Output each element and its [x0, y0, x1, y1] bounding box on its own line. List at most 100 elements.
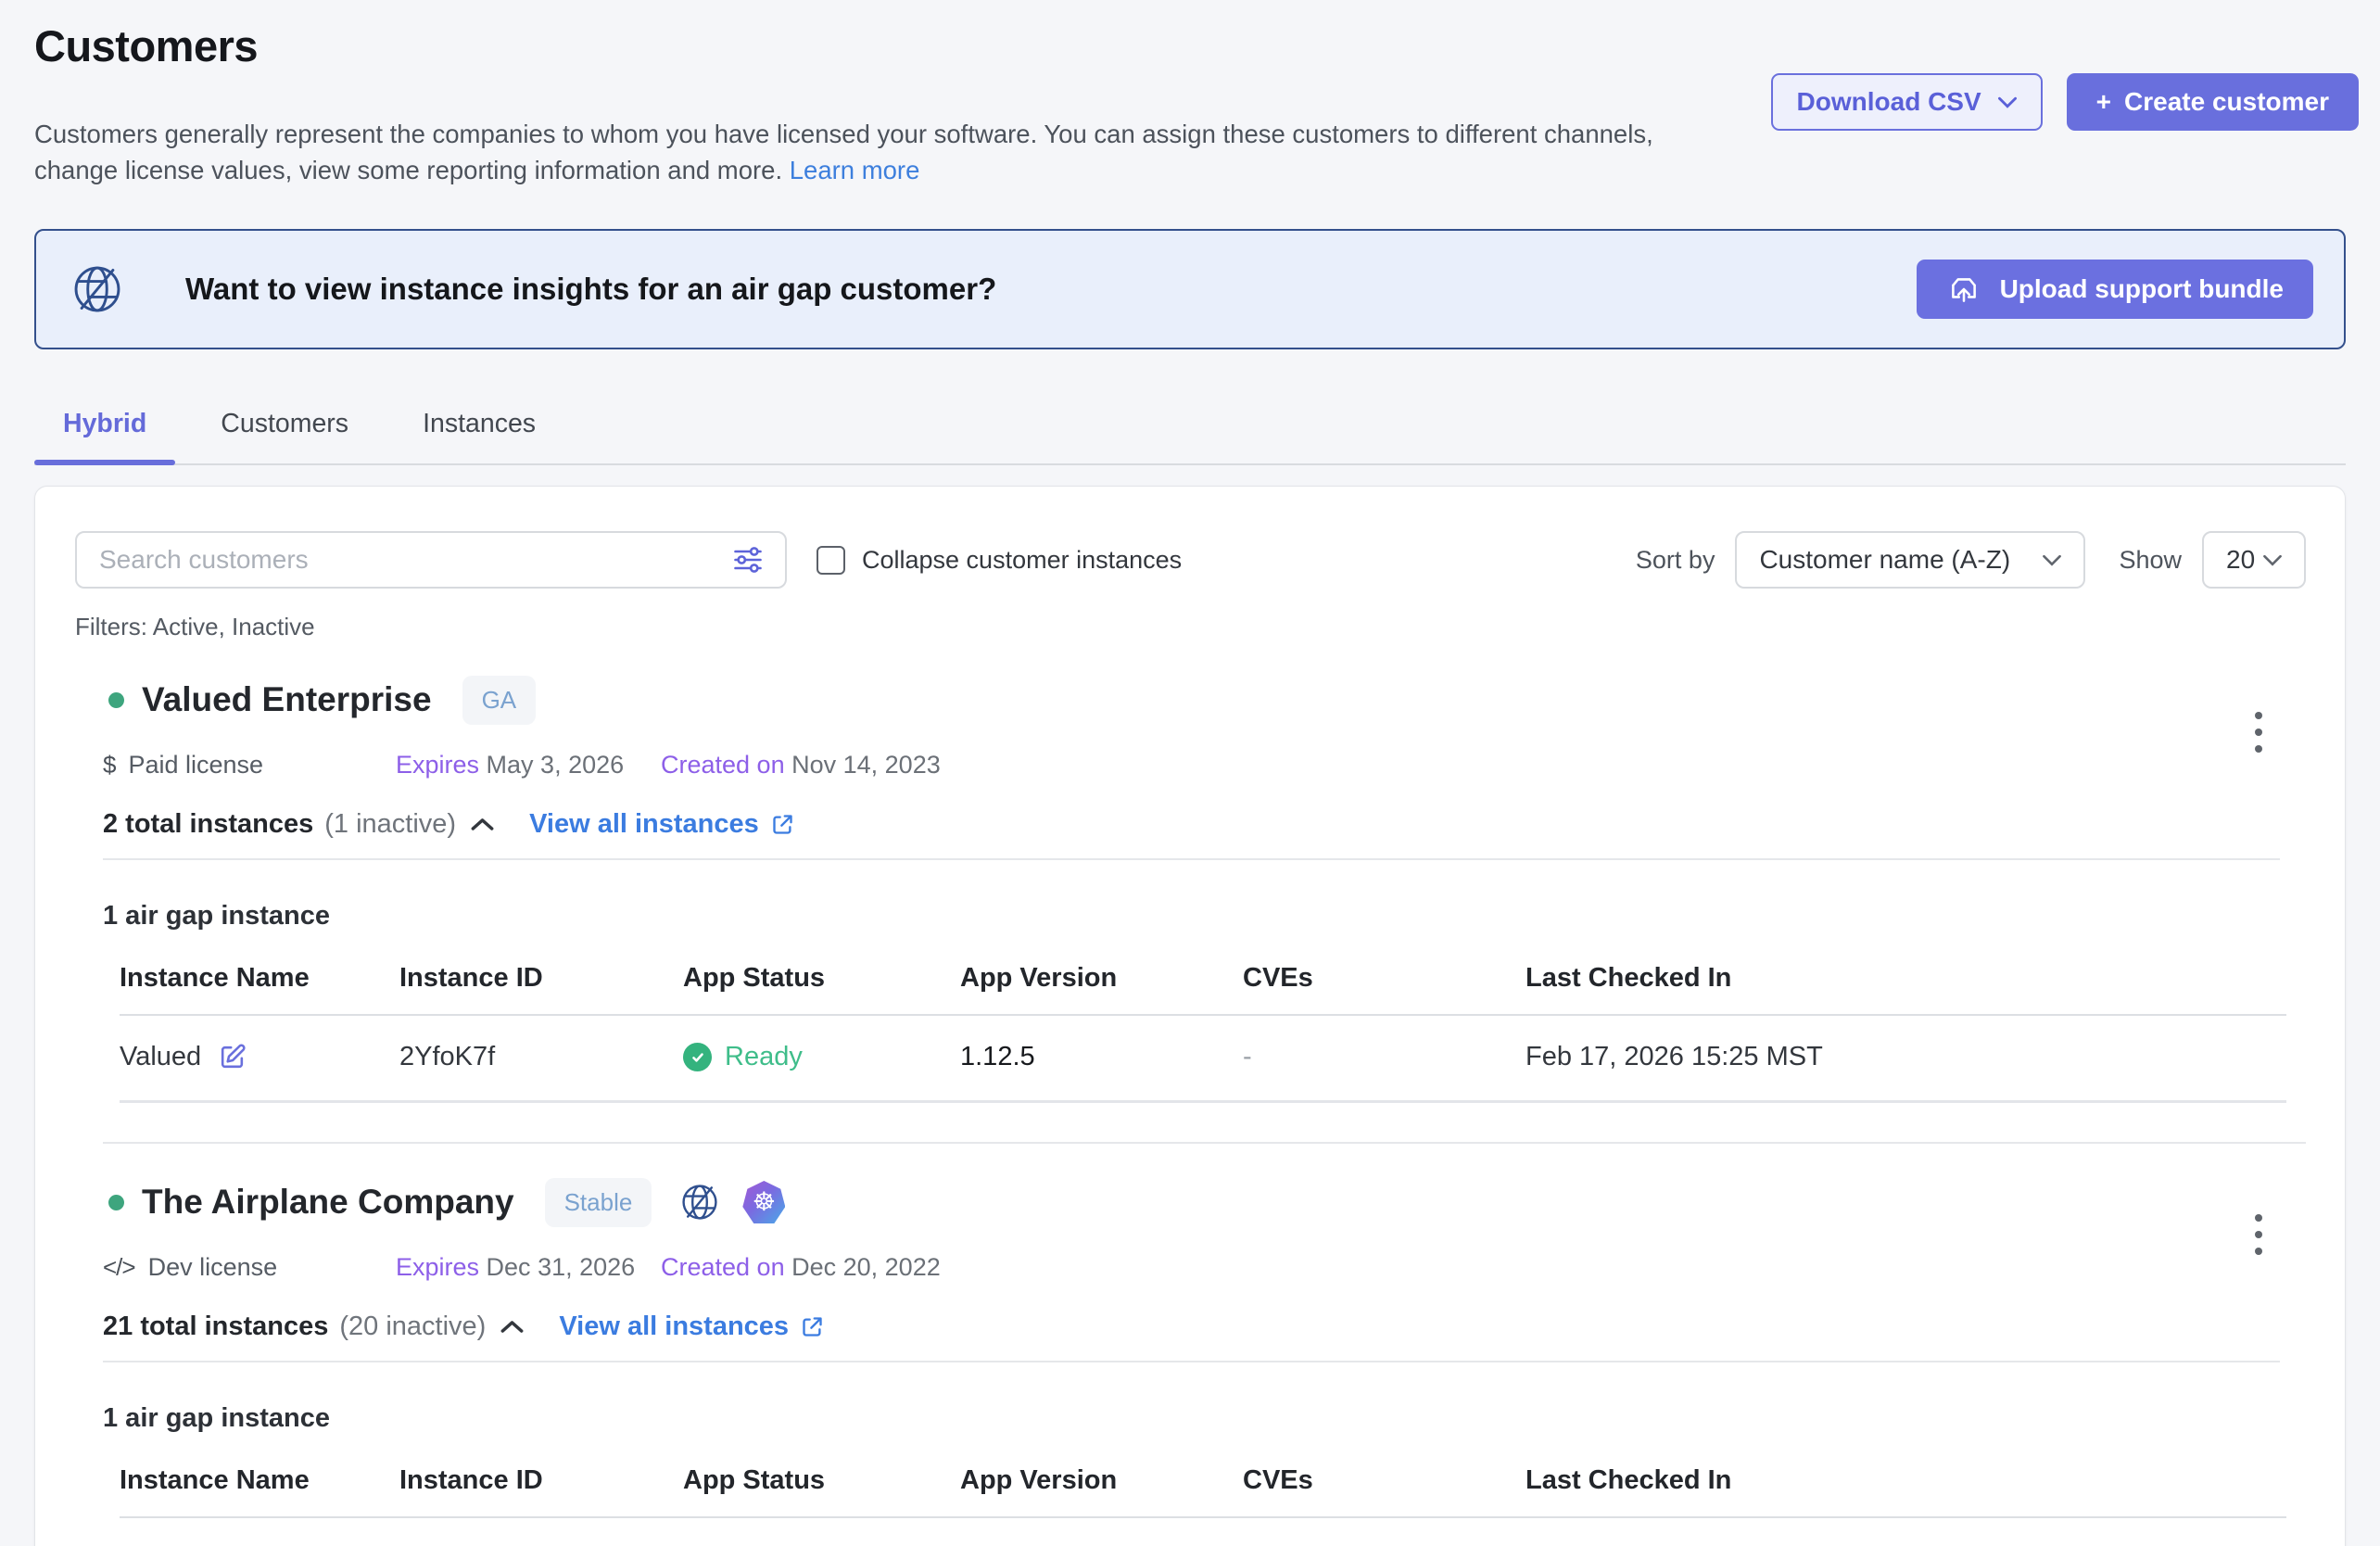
license-type: $ Paid license: [103, 751, 396, 779]
cves-cell: -: [1243, 1016, 1525, 1103]
tab-customers[interactable]: Customers: [192, 409, 377, 463]
plus-icon: +: [2096, 87, 2111, 117]
col-header-app-version: App Version: [960, 1465, 1243, 1518]
customer-kebab-menu[interactable]: [2249, 1209, 2268, 1261]
instance-name-cell: Valued: [120, 1016, 399, 1103]
sort-by-label: Sort by: [1636, 546, 1715, 575]
expires-value: Dec 31, 2026: [487, 1253, 636, 1281]
view-all-instances-label: View all instances: [559, 1312, 789, 1342]
customer-kebab-menu[interactable]: [2249, 706, 2268, 758]
app-status-text: Ready: [725, 1042, 803, 1072]
create-customer-label: Create customer: [2124, 87, 2329, 117]
created-value: Dec 20, 2022: [791, 1253, 941, 1281]
upload-bundle-label: Upload support bundle: [2000, 274, 2284, 304]
banner-title: Want to view instance insights for an ai…: [185, 272, 996, 307]
kubernetes-icon: ☸: [742, 1181, 785, 1223]
show-select[interactable]: 20: [2202, 531, 2306, 589]
customer-capability-icons: ☸: [679, 1181, 785, 1223]
collapse-instances-control: Collapse customer instances: [817, 546, 1182, 575]
customer-header: Valued Enterprise GA: [75, 675, 2306, 725]
created-field: Created on Nov 14, 2023: [661, 751, 941, 779]
col-header-last-checked-in: Last Checked In: [1525, 1465, 2286, 1518]
expires-label: Expires: [396, 751, 479, 779]
col-header-cves: CVEs: [1243, 963, 1525, 1016]
learn-more-link[interactable]: Learn more: [790, 156, 920, 184]
create-customer-button[interactable]: + Create customer: [2067, 73, 2359, 131]
col-header-app-status: App Status: [683, 963, 960, 1016]
expires-field: Expires May 3, 2026: [396, 751, 661, 779]
license-type-label: Dev license: [148, 1253, 278, 1282]
total-instances-text: 2 total instances: [103, 809, 313, 840]
download-csv-button[interactable]: Download CSV: [1771, 73, 2043, 131]
search-input[interactable]: [97, 544, 731, 576]
last-checked-in-cell: Feb 17, 2026 15:25 MST: [1525, 1016, 2286, 1103]
page-description: Customers generally represent the compan…: [34, 116, 1716, 188]
created-label: Created on: [661, 751, 785, 779]
tab-hybrid[interactable]: Hybrid: [34, 409, 175, 463]
col-header-instance-id: Instance ID: [399, 1465, 683, 1518]
dev-license-icon: </>: [103, 1253, 135, 1282]
paid-license-icon: $: [103, 751, 115, 779]
instances-table: Instance Name Instance ID App Status App…: [120, 1465, 2286, 1518]
search-box: [75, 531, 787, 589]
view-all-instances-link[interactable]: View all instances: [559, 1312, 825, 1342]
chevron-down-icon: [1998, 96, 2017, 108]
collapse-instances-checkbox[interactable]: [817, 546, 845, 575]
view-all-instances-label: View all instances: [529, 809, 759, 840]
airgap-banner: Want to view instance insights for an ai…: [34, 229, 2346, 349]
total-instances-text: 21 total instances: [103, 1312, 328, 1342]
channel-badge: GA: [462, 676, 537, 725]
ready-check-icon: [683, 1043, 712, 1071]
app-version-cell: 1.12.5: [960, 1016, 1243, 1103]
customer-name[interactable]: The Airplane Company: [142, 1183, 514, 1222]
license-type: </> Dev license: [103, 1253, 396, 1282]
customer-row-airplane-company: The Airplane Company Stable ☸ </> Dev li…: [75, 1177, 2306, 1518]
section-divider: [103, 858, 2280, 860]
airgap-instances-heading: 1 air gap instance: [75, 1403, 2306, 1434]
expires-field: Expires Dec 31, 2026: [396, 1253, 661, 1282]
col-header-instance-name: Instance Name: [120, 963, 399, 1016]
sort-select-value: Customer name (A-Z): [1759, 545, 2010, 575]
created-value: Nov 14, 2023: [791, 751, 941, 779]
sort-select[interactable]: Customer name (A-Z): [1735, 531, 2085, 589]
col-header-app-version: App Version: [960, 963, 1243, 1016]
customer-separator: [103, 1142, 2306, 1144]
view-all-instances-link[interactable]: View all instances: [529, 809, 795, 840]
external-link-icon: [770, 812, 795, 837]
show-label: Show: [2119, 546, 2182, 575]
active-filters-text: Filters: Active, Inactive: [75, 613, 2306, 641]
upload-support-bundle-button[interactable]: Upload support bundle: [1917, 260, 2313, 319]
download-csv-label: Download CSV: [1797, 87, 1981, 117]
created-field: Created on Dec 20, 2022: [661, 1253, 941, 1282]
airgap-globe-icon: [679, 1182, 720, 1223]
inactive-count-text: (20 inactive): [339, 1312, 486, 1342]
app-status-cell: Ready: [683, 1016, 960, 1103]
expires-value: May 3, 2026: [487, 751, 625, 779]
customer-meta-row: $ Paid license Expires May 3, 2026 Creat…: [75, 751, 2306, 779]
toolbar: Collapse customer instances Sort by Cust…: [75, 531, 2306, 589]
upload-bundle-icon: [1946, 272, 1981, 307]
collapse-instances-label: Collapse customer instances: [862, 546, 1182, 575]
airgap-globe-icon: [70, 262, 124, 316]
chevron-down-icon: [2263, 554, 2282, 566]
active-status-dot: [108, 692, 124, 708]
instances-summary-row: 2 total instances (1 inactive) View all …: [75, 809, 2306, 840]
active-status-dot: [108, 1195, 124, 1210]
section-divider: [103, 1361, 2280, 1362]
collapse-caret-icon[interactable]: [471, 817, 494, 831]
col-header-instance-name: Instance Name: [120, 1465, 399, 1518]
tab-instances[interactable]: Instances: [394, 409, 564, 463]
customer-name[interactable]: Valued Enterprise: [142, 680, 432, 719]
col-header-app-status: App Status: [683, 1465, 960, 1518]
customer-header: The Airplane Company Stable ☸: [75, 1177, 2306, 1227]
edit-instance-icon[interactable]: [218, 1043, 247, 1071]
collapse-caret-icon[interactable]: [500, 1320, 524, 1334]
filter-sliders-icon[interactable]: [731, 543, 765, 577]
inactive-count-text: (1 inactive): [324, 809, 456, 840]
chevron-down-icon: [2043, 554, 2061, 566]
customer-row-valued-enterprise: Valued Enterprise GA $ Paid license Expi…: [75, 675, 2306, 1103]
created-label: Created on: [661, 1253, 785, 1281]
instances-table: Instance Name Instance ID App Status App…: [120, 963, 2286, 1103]
customers-card: Collapse customer instances Sort by Cust…: [34, 486, 2346, 1546]
instance-id-cell: 2YfoK7f: [399, 1016, 683, 1103]
